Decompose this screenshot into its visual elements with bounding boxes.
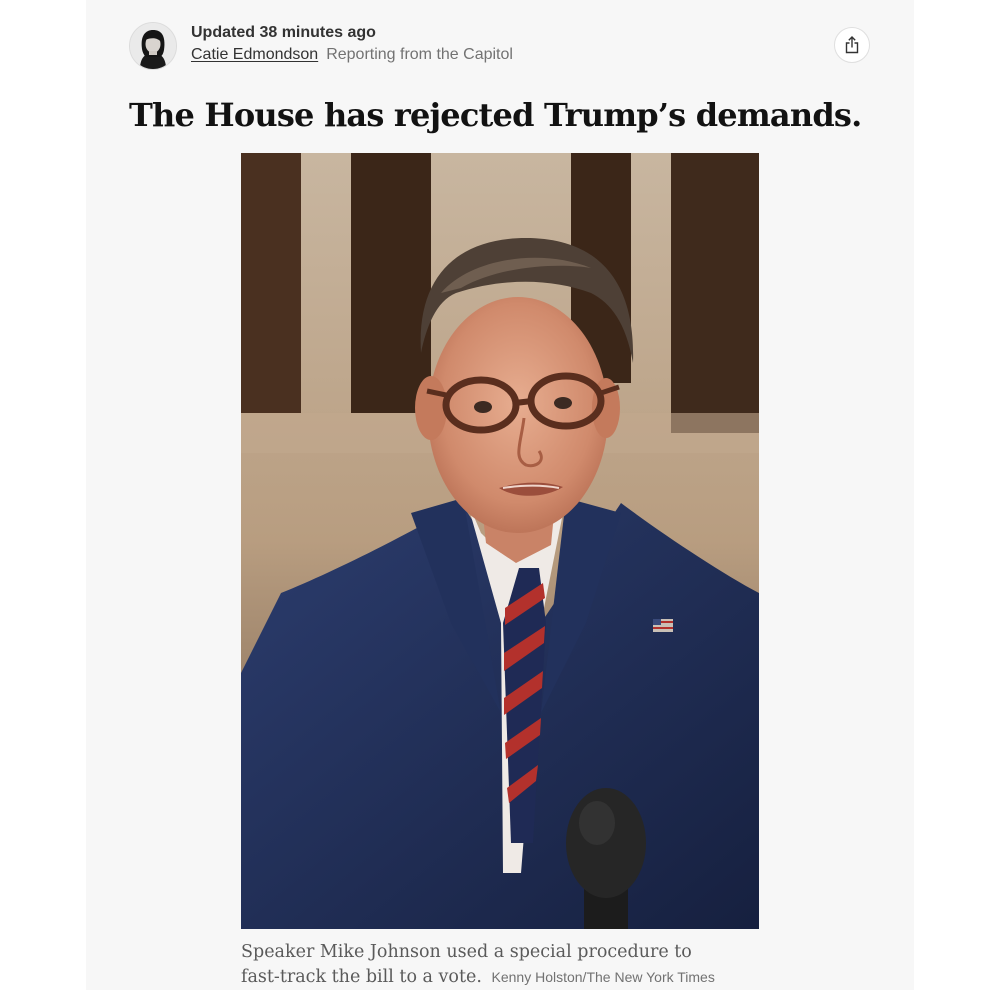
dateline-location: Reporting from the Capitol [326, 46, 513, 63]
photo-caption: Speaker Mike Johnson used a special proc… [241, 940, 721, 990]
author-line: Catie Edmondson Reporting from the Capito… [191, 44, 513, 66]
byline-meta: Updated 38 minutes ago Catie Edmondson Re… [191, 22, 513, 66]
share-button[interactable] [834, 27, 870, 63]
photo-credit: Kenny Holston/The New York Times [491, 969, 715, 985]
updated-timestamp: Updated 38 minutes ago [191, 24, 376, 41]
speaker-photo-image [241, 153, 759, 929]
byline: Updated 38 minutes ago Catie Edmondson Re… [129, 20, 889, 72]
lead-photo [241, 153, 759, 929]
author-link[interactable]: Catie Edmondson [191, 46, 318, 63]
author-avatar[interactable] [129, 22, 177, 70]
author-portrait-icon [130, 23, 176, 69]
share-icon [845, 36, 859, 54]
article-page: Updated 38 minutes ago Catie Edmondson Re… [86, 0, 914, 990]
headline: The House has rejected Trump’s demands. [129, 96, 862, 134]
